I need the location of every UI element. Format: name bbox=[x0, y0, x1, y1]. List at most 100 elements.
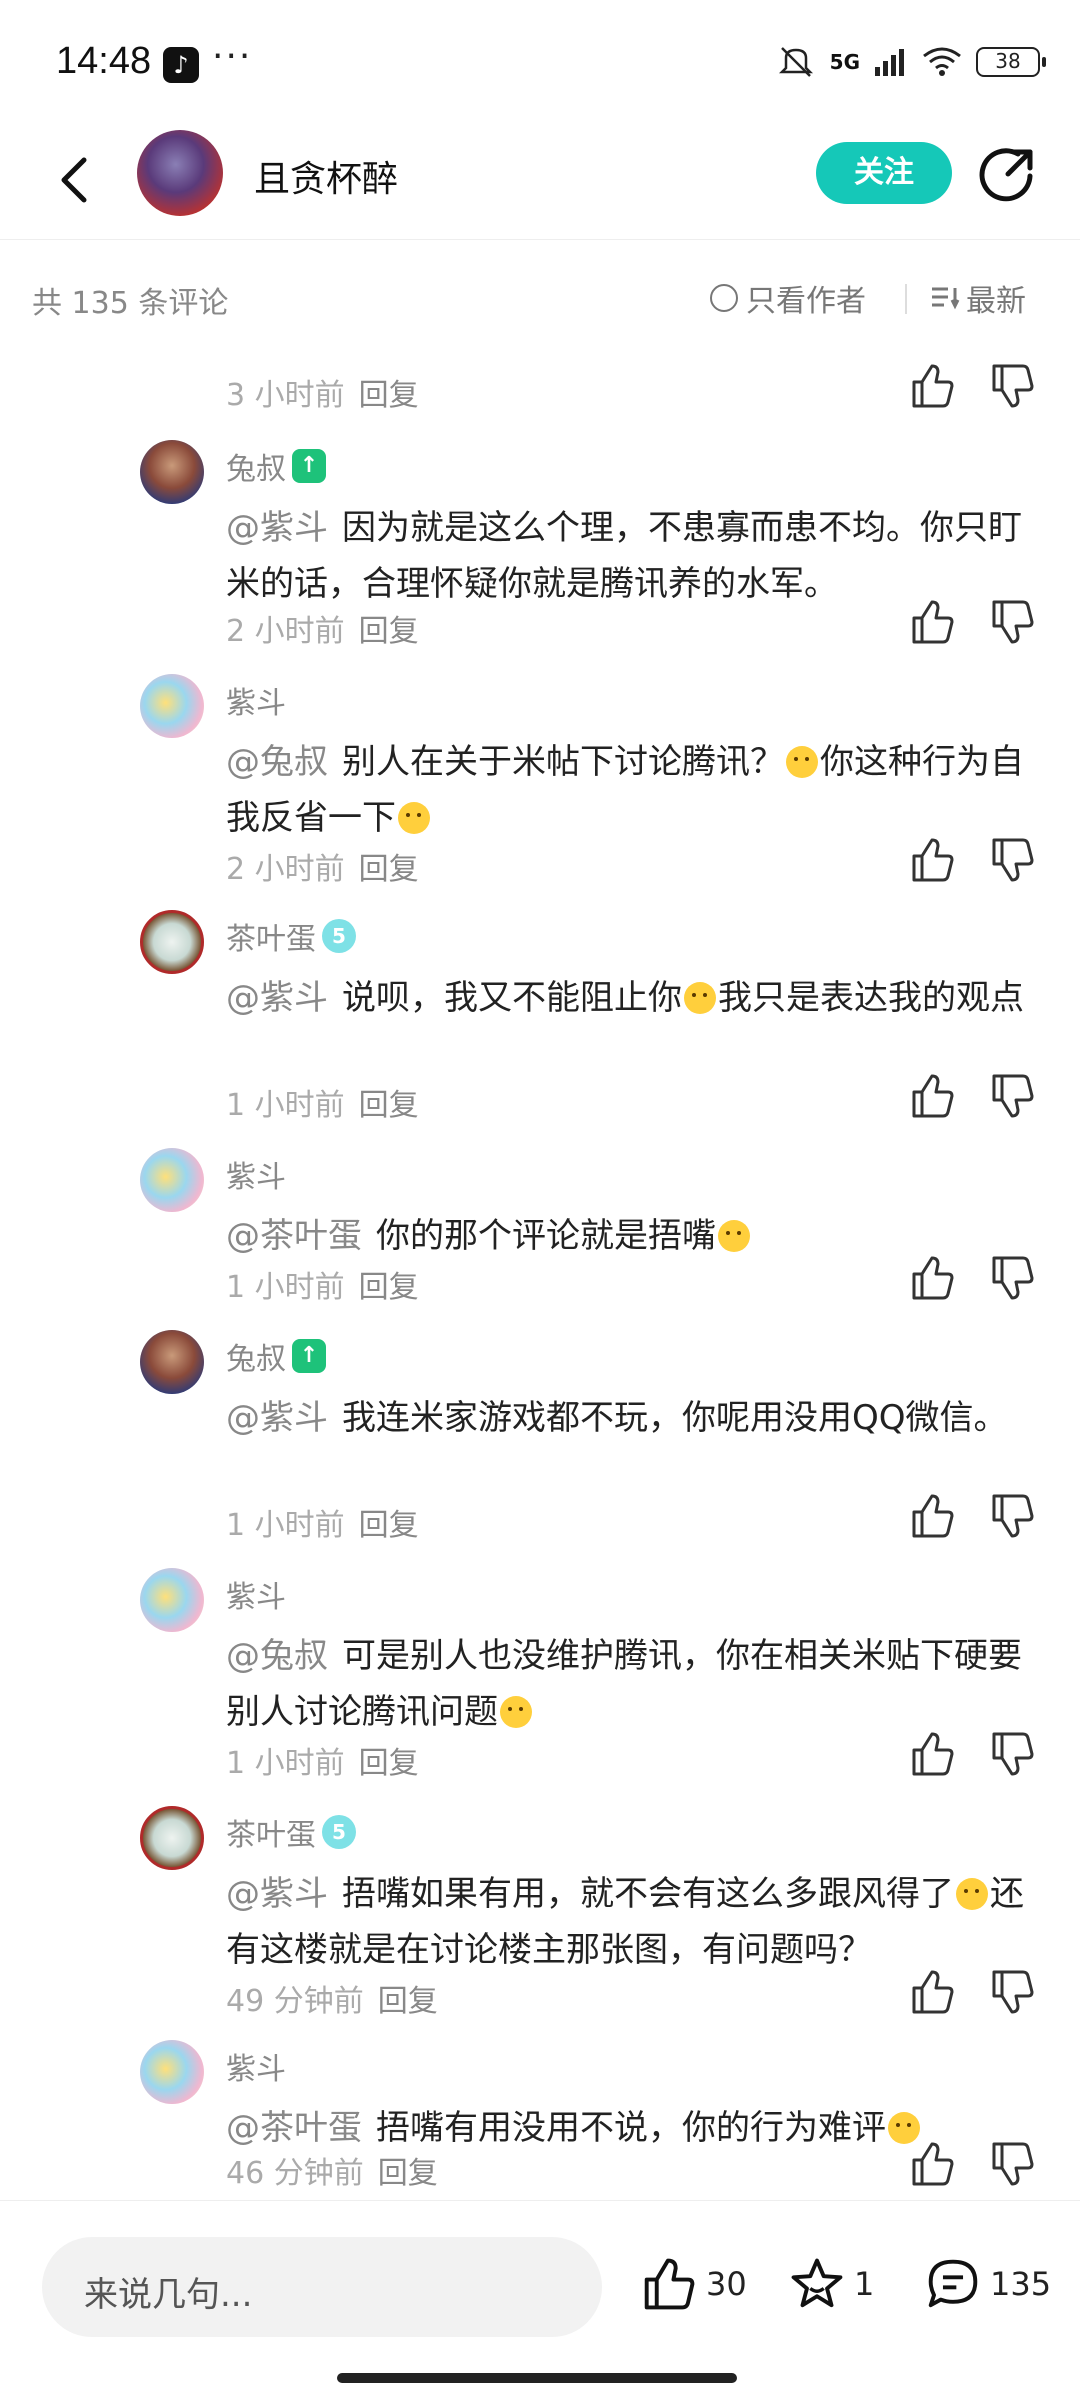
comment-text: @紫斗 捂嘴如果有用，就不会有这么多跟风得了 还有这楼就是在讨论楼主那张图，有问题吗… bbox=[226, 1866, 1036, 1978]
only-author-toggle[interactable]: 只看作者 bbox=[710, 276, 866, 320]
mute-icon bbox=[778, 47, 813, 77]
comment-time-wrap: 1 小时前 回复 bbox=[226, 1738, 419, 1782]
like-icon[interactable] bbox=[906, 1070, 958, 1122]
mention[interactable]: @紫斗 bbox=[226, 1398, 328, 1438]
comment-time: 49 分钟前 bbox=[226, 1984, 364, 2019]
like-icon[interactable] bbox=[906, 1490, 958, 1542]
dislike-icon[interactable] bbox=[986, 834, 1038, 886]
mention[interactable]: @茶叶蛋 bbox=[226, 1216, 362, 1256]
commenter-name[interactable]: 紫斗 bbox=[226, 2044, 286, 2088]
dislike-icon[interactable] bbox=[986, 596, 1038, 648]
back-arrow-icon[interactable] bbox=[48, 150, 108, 210]
network-type: 5G bbox=[829, 50, 860, 74]
like-icon[interactable] bbox=[906, 834, 958, 886]
comment-body: 别人在关于米帖下讨论腾讯？ bbox=[342, 742, 784, 782]
reply-button[interactable]: 回复 bbox=[359, 1508, 419, 1543]
reply-button[interactable]: 回复 bbox=[359, 1746, 419, 1781]
comment-time-wrap: 46 分钟前 回复 bbox=[226, 2148, 438, 2192]
like-icon[interactable] bbox=[906, 596, 958, 648]
author-avatar[interactable] bbox=[137, 130, 223, 216]
commenter-name-row: 紫斗 bbox=[226, 2044, 286, 2088]
dislike-icon[interactable] bbox=[986, 2138, 1038, 2190]
comment-body: 说呗，我又不能阻止你 bbox=[342, 978, 682, 1018]
comment-body: 因为就是这么个理，不患寡而患不均。你只盯米的话，合理怀疑你就是腾讯养的水军。 bbox=[226, 508, 1022, 604]
commenter-name[interactable]: 茶叶蛋 bbox=[226, 914, 316, 958]
like-icon[interactable] bbox=[906, 2138, 958, 2190]
home-indicator[interactable] bbox=[337, 2373, 737, 2383]
like-icon[interactable] bbox=[906, 1966, 958, 2018]
comment-meta: 1 小时前 回复 bbox=[226, 1252, 1046, 1312]
comment-time-wrap: 1 小时前 回复 bbox=[226, 1080, 419, 1124]
like-icon[interactable] bbox=[906, 1252, 958, 1304]
emoji-icon bbox=[956, 1878, 988, 1910]
commenter-name-row: 紫斗 bbox=[226, 678, 286, 722]
comment-meta: 1 小时前 回复 bbox=[226, 1490, 1046, 1550]
commenter-avatar[interactable] bbox=[140, 2040, 204, 2104]
dislike-icon[interactable] bbox=[986, 1728, 1038, 1780]
share-icon[interactable] bbox=[978, 146, 1036, 204]
comment-time-wrap: 3 小时前 回复 bbox=[226, 370, 419, 414]
comment-body: 你的那个评论就是捂嘴 bbox=[376, 1216, 716, 1256]
author-name[interactable]: 且贪杯醉 bbox=[254, 150, 398, 202]
emoji-icon bbox=[500, 1696, 532, 1728]
comment-text: @紫斗 说呗，我又不能阻止你 我只是表达我的观点 bbox=[226, 970, 1036, 1026]
comment-time: 1 小时前 bbox=[226, 1746, 345, 1781]
dislike-icon[interactable] bbox=[986, 1252, 1038, 1304]
comment-input[interactable]: 来说几句... bbox=[42, 2237, 602, 2337]
like-post-button[interactable]: 30 bbox=[640, 2255, 747, 2313]
comment-time: 1 小时前 bbox=[226, 1088, 345, 1123]
reply-button[interactable]: 回复 bbox=[378, 2156, 438, 2191]
mention[interactable]: @紫斗 bbox=[226, 1874, 328, 1914]
post-header: 且贪杯醉 关注 bbox=[0, 130, 1080, 240]
dislike-icon[interactable] bbox=[986, 1070, 1038, 1122]
dislike-icon[interactable] bbox=[986, 1490, 1038, 1542]
comment-body: 捂嘴如果有用，就不会有这么多跟风得了 bbox=[342, 1874, 954, 1914]
commenter-name[interactable]: 紫斗 bbox=[226, 678, 286, 722]
only-author-label: 只看作者 bbox=[746, 284, 866, 319]
commenter-name[interactable]: 紫斗 bbox=[226, 1152, 286, 1196]
status-time: 14:48 bbox=[56, 40, 152, 82]
like-icon[interactable] bbox=[906, 1728, 958, 1780]
status-right-group: 5G 38 bbox=[776, 44, 1046, 80]
reply-button[interactable]: 回复 bbox=[359, 378, 419, 413]
reply-button[interactable]: 回复 bbox=[359, 1088, 419, 1123]
reply-button[interactable]: 回复 bbox=[359, 614, 419, 649]
commenter-avatar[interactable] bbox=[140, 674, 204, 738]
commenter-name-row: 茶叶蛋 5 bbox=[226, 1810, 356, 1854]
commenter-avatar[interactable] bbox=[140, 1806, 204, 1870]
comment-list: 3 小时前回复 兔叔 @紫斗因为就是这么个理，不患寡而患不均。你只盯米的话，合理… bbox=[0, 340, 1080, 2195]
emoji-icon bbox=[786, 746, 818, 778]
reply-button[interactable]: 回复 bbox=[359, 852, 419, 887]
mention[interactable]: @兔叔 bbox=[226, 742, 328, 782]
level-badge-icon: 5 bbox=[322, 919, 356, 953]
level-badge-icon: 5 bbox=[322, 1815, 356, 1849]
commenter-name-row: 兔叔 bbox=[226, 444, 326, 488]
reply-button[interactable]: 回复 bbox=[359, 1270, 419, 1305]
reply-button[interactable]: 回复 bbox=[378, 1984, 438, 2019]
commenter-name[interactable]: 兔叔 bbox=[226, 1334, 286, 1378]
commenter-avatar[interactable] bbox=[140, 440, 204, 504]
mention[interactable]: @紫斗 bbox=[226, 978, 328, 1018]
sort-button[interactable]: 最新 bbox=[930, 276, 1026, 320]
favorite-count: 1 bbox=[854, 2265, 875, 2303]
follow-button[interactable]: 关注 bbox=[816, 142, 952, 204]
commenter-avatar[interactable] bbox=[140, 1148, 204, 1212]
mention[interactable]: @兔叔 bbox=[226, 1636, 328, 1676]
sort-label: 最新 bbox=[966, 284, 1026, 319]
like-icon[interactable] bbox=[906, 360, 958, 412]
commenter-avatar[interactable] bbox=[140, 910, 204, 974]
comment-bubble-icon bbox=[928, 2259, 978, 2308]
wifi-icon bbox=[923, 47, 961, 76]
commenter-name[interactable]: 茶叶蛋 bbox=[226, 1810, 316, 1854]
comments-button[interactable]: 135 bbox=[924, 2255, 1051, 2313]
commenter-avatar[interactable] bbox=[140, 1568, 204, 1632]
dislike-icon[interactable] bbox=[986, 360, 1038, 412]
level-badge-icon bbox=[292, 449, 326, 483]
comment-time: 2 小时前 bbox=[226, 614, 345, 649]
dislike-icon[interactable] bbox=[986, 1966, 1038, 2018]
commenter-name[interactable]: 兔叔 bbox=[226, 444, 286, 488]
commenter-avatar[interactable] bbox=[140, 1330, 204, 1394]
mention[interactable]: @紫斗 bbox=[226, 508, 328, 548]
commenter-name[interactable]: 紫斗 bbox=[226, 1572, 286, 1616]
favorite-button[interactable]: 1 bbox=[788, 2255, 874, 2313]
